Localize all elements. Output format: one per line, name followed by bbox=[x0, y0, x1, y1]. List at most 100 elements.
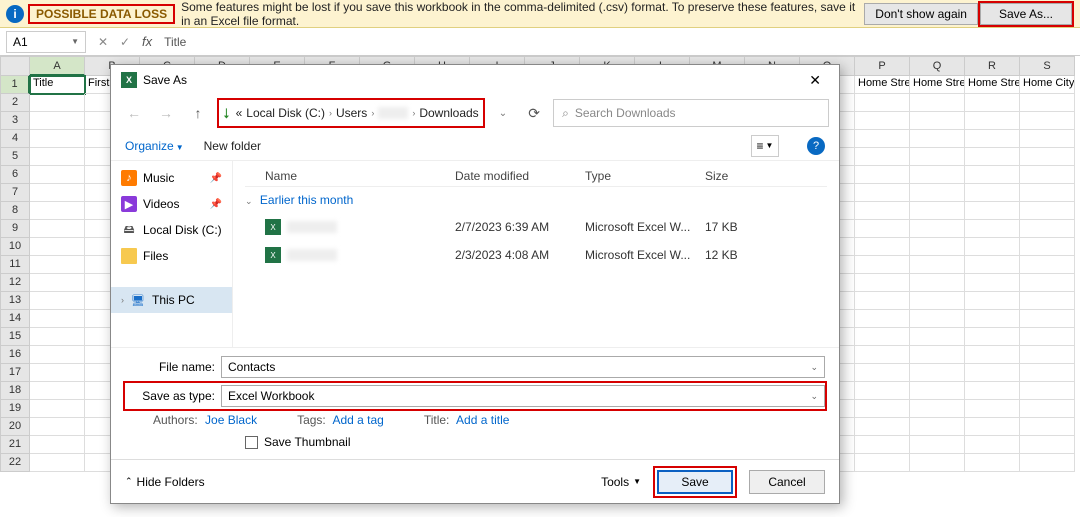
cell[interactable] bbox=[910, 184, 965, 202]
cell[interactable] bbox=[1020, 112, 1075, 130]
formula-value[interactable]: Title bbox=[158, 35, 1080, 49]
path-seg-1[interactable]: Users bbox=[336, 106, 367, 120]
cell[interactable] bbox=[910, 166, 965, 184]
fx-icon[interactable]: fx bbox=[142, 34, 152, 49]
cell[interactable] bbox=[1020, 238, 1075, 256]
path-seg-0[interactable]: Local Disk (C:) bbox=[246, 106, 325, 120]
row-header[interactable]: 13 bbox=[0, 292, 30, 310]
cell[interactable] bbox=[1020, 166, 1075, 184]
cell[interactable] bbox=[910, 112, 965, 130]
cell[interactable] bbox=[965, 418, 1020, 436]
cell[interactable] bbox=[30, 346, 85, 364]
row-header[interactable]: 4 bbox=[0, 130, 30, 148]
cancel-formula-icon[interactable]: ✕ bbox=[92, 31, 114, 53]
cell[interactable] bbox=[1020, 436, 1075, 454]
path-seg-3[interactable]: Downloads bbox=[419, 106, 478, 120]
cell[interactable] bbox=[30, 94, 85, 112]
cancel-button[interactable]: Cancel bbox=[749, 470, 825, 494]
row-header[interactable]: 3 bbox=[0, 112, 30, 130]
cell[interactable] bbox=[855, 238, 910, 256]
cell[interactable] bbox=[1020, 202, 1075, 220]
sidebar-item-music[interactable]: ♪ Music 📌 bbox=[111, 165, 232, 191]
save-button[interactable]: Save bbox=[657, 470, 733, 494]
row-header[interactable]: 15 bbox=[0, 328, 30, 346]
save-thumbnail-checkbox[interactable] bbox=[245, 436, 258, 449]
help-icon[interactable]: ? bbox=[807, 137, 825, 155]
cell[interactable] bbox=[965, 382, 1020, 400]
col-type[interactable]: Type bbox=[585, 169, 705, 183]
cell[interactable] bbox=[965, 256, 1020, 274]
cell[interactable] bbox=[855, 454, 910, 472]
cell[interactable] bbox=[910, 400, 965, 418]
cell[interactable] bbox=[30, 418, 85, 436]
cell[interactable] bbox=[965, 220, 1020, 238]
cell[interactable] bbox=[30, 238, 85, 256]
name-box[interactable]: A1 ▼ bbox=[6, 31, 86, 53]
row-header[interactable]: 10 bbox=[0, 238, 30, 256]
cell[interactable] bbox=[910, 256, 965, 274]
cell[interactable] bbox=[855, 274, 910, 292]
cell[interactable] bbox=[30, 310, 85, 328]
cell[interactable] bbox=[30, 148, 85, 166]
tools-button[interactable]: Tools ▼ bbox=[601, 475, 641, 489]
cell[interactable] bbox=[855, 112, 910, 130]
cell[interactable] bbox=[965, 328, 1020, 346]
cell[interactable] bbox=[910, 220, 965, 238]
new-folder-button[interactable]: New folder bbox=[204, 139, 261, 153]
row-header[interactable]: 1 bbox=[0, 76, 30, 94]
col-name[interactable]: Name bbox=[245, 169, 455, 183]
cell[interactable] bbox=[965, 310, 1020, 328]
cell[interactable]: Home Stre bbox=[855, 76, 910, 94]
cell[interactable] bbox=[965, 436, 1020, 454]
hide-folders-button[interactable]: ⌃ Hide Folders bbox=[125, 475, 205, 489]
file-row[interactable]: X 2/7/2023 6:39 AM Microsoft Excel W... … bbox=[245, 213, 827, 241]
row-header[interactable]: 17 bbox=[0, 364, 30, 382]
cell[interactable] bbox=[855, 130, 910, 148]
tags-value[interactable]: Add a tag bbox=[332, 413, 383, 427]
row-header[interactable]: 22 bbox=[0, 454, 30, 472]
cell[interactable]: Home City bbox=[1020, 76, 1075, 94]
cell[interactable] bbox=[965, 292, 1020, 310]
cell[interactable] bbox=[1020, 382, 1075, 400]
cell[interactable] bbox=[965, 130, 1020, 148]
cell[interactable] bbox=[1020, 328, 1075, 346]
cell[interactable] bbox=[910, 94, 965, 112]
column-header[interactable]: S bbox=[1020, 56, 1075, 76]
cell[interactable] bbox=[855, 184, 910, 202]
sidebar-item-videos[interactable]: ▶ Videos 📌 bbox=[111, 191, 232, 217]
cell[interactable] bbox=[30, 220, 85, 238]
cell[interactable]: Home Stre bbox=[910, 76, 965, 94]
cell[interactable] bbox=[910, 454, 965, 472]
cell[interactable] bbox=[910, 238, 965, 256]
row-header[interactable]: 12 bbox=[0, 274, 30, 292]
close-icon[interactable]: ✕ bbox=[801, 68, 829, 93]
cell[interactable] bbox=[855, 166, 910, 184]
row-header[interactable]: 18 bbox=[0, 382, 30, 400]
cell[interactable] bbox=[965, 112, 1020, 130]
cell[interactable] bbox=[30, 436, 85, 454]
cell[interactable] bbox=[965, 346, 1020, 364]
cell[interactable] bbox=[30, 256, 85, 274]
search-input[interactable]: ⌕ Search Downloads bbox=[553, 99, 829, 127]
cell[interactable] bbox=[30, 130, 85, 148]
cell[interactable] bbox=[1020, 94, 1075, 112]
save-type-input[interactable]: Excel Workbook ⌄ bbox=[221, 385, 825, 407]
refresh-icon[interactable]: ⟳ bbox=[521, 105, 547, 122]
row-header[interactable]: 16 bbox=[0, 346, 30, 364]
cell[interactable] bbox=[910, 436, 965, 454]
cell[interactable] bbox=[1020, 418, 1075, 436]
cell[interactable] bbox=[30, 454, 85, 472]
row-header[interactable]: 11 bbox=[0, 256, 30, 274]
cell[interactable] bbox=[965, 148, 1020, 166]
cell[interactable] bbox=[855, 148, 910, 166]
dont-show-again-button[interactable]: Don't show again bbox=[864, 3, 978, 25]
row-header[interactable]: 8 bbox=[0, 202, 30, 220]
cell[interactable] bbox=[855, 400, 910, 418]
cell[interactable] bbox=[1020, 130, 1075, 148]
cell[interactable] bbox=[855, 436, 910, 454]
row-header[interactable]: 21 bbox=[0, 436, 30, 454]
cell[interactable] bbox=[855, 346, 910, 364]
cell[interactable] bbox=[910, 382, 965, 400]
cell[interactable] bbox=[30, 382, 85, 400]
cell[interactable] bbox=[1020, 148, 1075, 166]
